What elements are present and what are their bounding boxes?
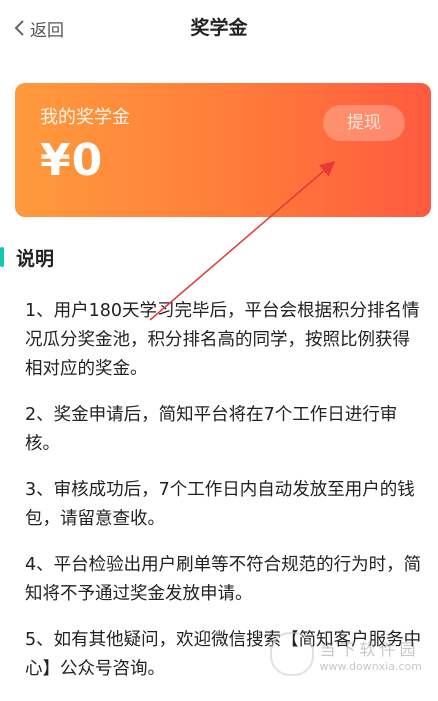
section-header: 说明 xyxy=(0,242,54,272)
watermark-name: 当下软件园 xyxy=(319,639,420,659)
section-accent-bar xyxy=(0,247,4,267)
scholarship-card: 我的奖学金 ¥0 提现 xyxy=(15,83,431,217)
rule-item: 1、用户180天学习完毕后，平台会根据积分排名情况瓜分奖金池，积分排名高的同学，… xyxy=(25,301,420,379)
rule-item: 2、奖金申请后，简知平台将在7个工作日进行审核。 xyxy=(25,405,398,454)
scholarship-amount: ¥0 xyxy=(40,135,104,186)
withdraw-button[interactable]: 提现 xyxy=(323,105,405,141)
scholarship-label: 我的奖学金 xyxy=(40,107,130,128)
rule-item: 4、平台检验出用户刷单等不符合规范的行为时，简知将不予通过奖金发放申请。 xyxy=(25,555,422,604)
watermark-logo xyxy=(269,632,314,676)
rule-item: 3、审核成功后，7个工作日内自动发放至用户的钱包，请留意查收。 xyxy=(25,480,415,529)
page-title: 奖学金 xyxy=(190,17,248,39)
navigation-bar: 返回 奖学金 xyxy=(0,0,438,56)
section-title: 说明 xyxy=(16,247,55,270)
watermark-url: www.downxia.com xyxy=(319,659,422,673)
site-watermark: 当下软件园 www.downxia.com xyxy=(269,632,422,676)
